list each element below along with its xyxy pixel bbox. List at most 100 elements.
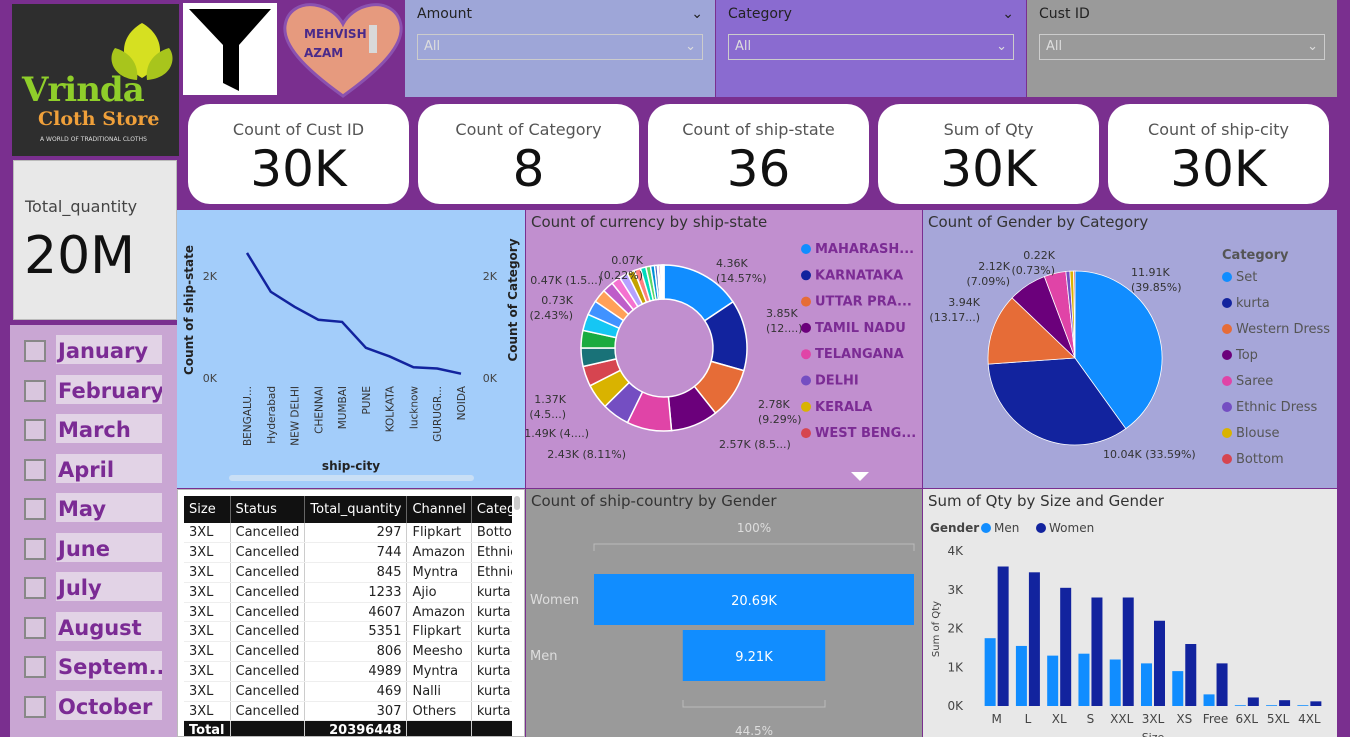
table-cell: Cancelled — [230, 562, 306, 583]
amount-slicer-label: Amount — [417, 6, 473, 22]
data-label: (12....) — [766, 322, 803, 335]
y2-axis-title: Count of Category — [506, 238, 520, 361]
month-item[interactable]: June — [24, 532, 162, 565]
data-label: 0.73K — [541, 294, 573, 307]
month-item[interactable]: July — [24, 572, 162, 604]
checkbox[interactable] — [24, 577, 46, 599]
column-header[interactable]: Channel — [406, 496, 472, 523]
checkbox[interactable] — [24, 537, 46, 560]
kpi-label: Count of ship-city — [1148, 120, 1289, 139]
month-label: July — [56, 572, 162, 604]
table-cell: 297 — [304, 523, 408, 544]
custid-dropdown[interactable]: All ⌄ — [1039, 34, 1325, 60]
checkbox[interactable] — [24, 498, 46, 520]
month-item[interactable]: May — [24, 493, 162, 525]
total-quantity-card: Total_quantity 20M — [13, 160, 177, 320]
table-row[interactable]: 3XL Cancelled 1233 Ajio kurta — [184, 582, 512, 603]
table-row[interactable]: 3XL Cancelled 5351 Flipkart kurta — [184, 621, 512, 643]
kpi-label: Sum of Qty — [943, 120, 1034, 139]
table-cell: kurta — [471, 661, 512, 682]
table-row[interactable]: 3XLCancelled744AmazonEthnic D — [184, 542, 512, 564]
y2-tick-label: 0K — [483, 372, 498, 385]
custid-slicer[interactable]: Cust ID All ⌄ — [1027, 0, 1337, 97]
table-cell: Myntra — [406, 562, 472, 583]
x-tick-label: GURUGR... — [432, 386, 444, 442]
table-scrollbar[interactable] — [514, 496, 520, 510]
column-header[interactable]: Size — [184, 496, 231, 523]
checkbox[interactable] — [24, 340, 46, 362]
table-cell: kurta — [471, 582, 512, 603]
bar — [1109, 659, 1121, 706]
month-item[interactable]: February — [24, 374, 162, 407]
data-label: 11.91K — [1131, 266, 1170, 279]
x-tick-label: Hyderabad — [266, 386, 278, 444]
pie-slice — [662, 264, 665, 300]
checkbox[interactable] — [24, 616, 46, 639]
checkbox[interactable] — [24, 458, 46, 481]
table-cell: Cancelled — [230, 621, 306, 643]
legend-marker — [801, 270, 811, 281]
table-cell: 744 — [304, 542, 408, 564]
month-item[interactable]: August — [24, 611, 162, 644]
table-cell: Flipkart — [406, 621, 472, 643]
category-slicer[interactable]: Category ⌄ All ⌄ — [716, 0, 1026, 97]
kpi-label: Count of ship-state — [682, 120, 835, 139]
month-item[interactable]: October — [24, 690, 162, 723]
column-header[interactable]: Total_quantity — [304, 496, 408, 523]
y-axis-title: Sum of Qty — [931, 601, 942, 657]
funnel-value-label: 9.21K — [735, 650, 773, 665]
bar — [1047, 655, 1059, 706]
column-header[interactable]: Categor — [471, 496, 512, 523]
data-label: 0.22K — [1023, 249, 1055, 262]
data-label: 3.85K — [766, 307, 798, 320]
chevron-down-icon: ⌄ — [996, 39, 1007, 54]
filter-button[interactable] — [183, 3, 277, 95]
column-header[interactable]: Status — [230, 496, 306, 523]
month-item[interactable]: Septem... — [24, 651, 162, 683]
table-cell: Cancelled — [230, 542, 306, 564]
data-table-wrapper[interactable]: SizeStatusTotal_quantityChannelCategor3X… — [184, 496, 512, 736]
data-label: (0.22%) — [599, 269, 643, 282]
month-label: Septem... — [56, 651, 162, 683]
table-cell: 3XL — [184, 621, 231, 643]
table-cell: Others — [406, 701, 472, 722]
table-cell: 3XL — [184, 701, 231, 722]
chevron-down-icon[interactable]: ⌄ — [1002, 6, 1014, 22]
checkbox[interactable] — [24, 419, 46, 441]
amount-dropdown[interactable]: All ⌄ — [417, 34, 703, 60]
table-cell: 469 — [304, 681, 408, 702]
amount-slicer[interactable]: Amount ⌄ All ⌄ — [405, 0, 715, 97]
table-cell: 4989 — [304, 661, 408, 682]
x-tick-label: NEW DELHI — [290, 386, 302, 446]
legend-marker — [1222, 272, 1232, 282]
table-row[interactable]: 3XL Cancelled 4607 Amazon kurta — [184, 602, 512, 623]
donut-chart-panel: Count of currency by ship-state 4.36K (14… — [526, 210, 922, 488]
month-item[interactable]: March — [24, 414, 162, 446]
data-label: (9.29%) — [758, 413, 802, 426]
checkbox[interactable] — [24, 656, 46, 678]
category-dropdown[interactable]: All ⌄ — [728, 34, 1014, 60]
y-tick-label: 4K — [947, 544, 964, 558]
bar — [1297, 705, 1309, 706]
table-row[interactable]: 3XL Cancelled 307 Others kurta — [184, 701, 512, 722]
legend-marker — [1222, 324, 1232, 334]
table-row[interactable]: 3XL Cancelled 4989 Myntra kurta — [184, 661, 512, 682]
month-item[interactable]: April — [24, 453, 162, 486]
checkbox[interactable] — [24, 379, 46, 402]
table-row[interactable]: 3XLCancelled297FlipkartBottom — [184, 523, 512, 544]
kpi-value: 30K — [250, 140, 347, 198]
checkbox[interactable] — [24, 695, 46, 718]
chevron-down-icon[interactable]: ⌄ — [691, 6, 703, 22]
table-cell: Myntra — [406, 661, 472, 682]
data-label: (0.73%) — [1011, 264, 1055, 277]
column-chart: Gender Men Women 4K 3K 2K 1K 0K Sum of Qty M L XL S X… — [930, 521, 1322, 737]
month-label: April — [56, 453, 162, 486]
donut-chart: 4.36K (14.57%) 3.85K (12....) 2.78K (9.29%) 2.… — [526, 242, 916, 481]
kpi-card-sum-qty: Sum of Qty 30K — [878, 104, 1099, 204]
table-cell: 3XL — [184, 562, 231, 583]
table-row[interactable]: 3XL Cancelled 806 Meesho kurta — [184, 641, 512, 663]
table-row[interactable]: 3XLCancelled845MyntraEthnic D — [184, 562, 512, 583]
x-tick-label: KOLKATA — [385, 385, 397, 432]
month-item[interactable]: January — [24, 335, 162, 367]
table-row[interactable]: 3XL Cancelled 469 Nalli kurta — [184, 681, 512, 702]
